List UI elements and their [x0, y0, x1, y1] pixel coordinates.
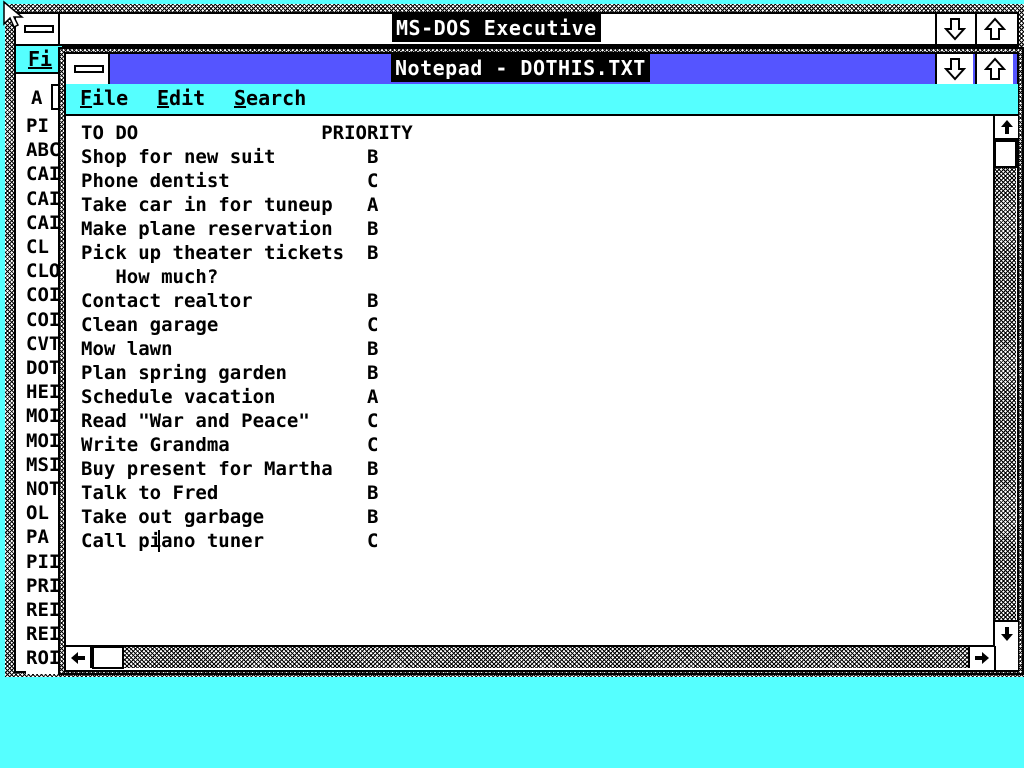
text-line: Shop for new suit B [81, 146, 379, 168]
exec-minimize-button[interactable] [935, 14, 973, 44]
text-line: Mow lawn B [81, 338, 379, 360]
notepad-titlebar[interactable]: Notepad - DOTHIS.TXT [64, 52, 1019, 86]
horizontal-scroll-track[interactable] [124, 647, 970, 668]
text-line: Make plane reservation B [81, 218, 379, 240]
text-line: Clean garage C [81, 314, 379, 336]
notepad-maximize-button[interactable] [975, 54, 1013, 84]
file-list-item[interactable]: MSI [26, 453, 62, 477]
system-menu-icon [74, 65, 104, 73]
text-line: Phone dentist C [81, 170, 379, 192]
text-caret [158, 530, 160, 552]
text-line: Buy present for Martha B [81, 458, 379, 480]
exec-window-title: MS-DOS Executive [392, 14, 601, 42]
scroll-up-arrow-icon [1000, 120, 1013, 134]
file-list-item[interactable]: NOT [26, 477, 62, 501]
horizontal-scroll-thumb[interactable] [92, 646, 124, 669]
text-line: Pick up theater tickets B [81, 242, 379, 264]
notepad-system-menu-button[interactable] [66, 54, 110, 84]
text-line: How much? [81, 266, 219, 288]
text-line: Read "War and Peace" C [81, 410, 379, 432]
exec-maximize-button[interactable] [975, 14, 1013, 44]
file-list-item[interactable]: CAI [26, 211, 62, 235]
file-list-item[interactable]: COI [26, 283, 62, 307]
file-list-item[interactable]: PRI [26, 574, 62, 598]
system-menu-icon [24, 25, 54, 33]
menu-edit[interactable]: Edit [157, 84, 205, 112]
menu-edit-mnemonic: E [157, 86, 170, 110]
text-line: Take out garbage B [81, 506, 379, 528]
menu-file-mnemonic: F [80, 86, 93, 110]
vertical-scroll-track[interactable] [995, 168, 1016, 620]
file-list-item[interactable]: PA [26, 525, 62, 549]
file-list-item[interactable]: CAI [26, 162, 62, 186]
menu-edit-label: dit [169, 86, 206, 110]
scroll-left-arrow-icon [71, 651, 85, 664]
scroll-down-button[interactable] [995, 620, 1018, 646]
scroll-up-button[interactable] [995, 116, 1018, 140]
vertical-scroll-thumb[interactable] [994, 140, 1017, 168]
minimize-arrow-icon [944, 18, 966, 41]
notepad-minimize-button[interactable] [935, 54, 973, 84]
notepad-window-title: Notepad - DOTHIS.TXT [391, 54, 650, 82]
text-line: TO DO PRIORITY [81, 122, 413, 144]
menu-search-label: earch [246, 86, 307, 110]
scroll-right-arrow-icon [975, 651, 989, 664]
file-list-item[interactable]: CAI [26, 187, 62, 211]
exec-drive-letter[interactable]: A [31, 87, 42, 109]
window-size-box[interactable] [994, 646, 1018, 670]
file-list-item[interactable]: MOI [26, 404, 62, 428]
file-list-item[interactable]: OL [26, 501, 62, 525]
menu-search[interactable]: Search [234, 84, 306, 112]
file-list-item[interactable]: REI [26, 622, 62, 646]
exec-menu-file[interactable]: Fi [28, 46, 52, 72]
file-list-item[interactable]: CL [26, 235, 62, 259]
text-line: Write Grandma C [81, 434, 379, 456]
notepad-menu-bar: File Edit Search [66, 84, 1018, 116]
file-list-item[interactable]: HEI [26, 380, 62, 404]
scroll-down-arrow-icon [1000, 627, 1013, 641]
text-line: Call piano tuner C [81, 530, 379, 552]
minimize-arrow-icon [944, 58, 966, 81]
text-line: Schedule vacation A [81, 386, 379, 408]
menu-search-mnemonic: S [234, 86, 247, 110]
file-list-item[interactable]: CLO [26, 259, 62, 283]
scroll-right-button[interactable] [968, 647, 994, 668]
text-line: Contact realtor B [81, 290, 379, 312]
file-list-item[interactable]: DOT [26, 356, 62, 380]
notepad-text-content[interactable]: TO DO PRIORITY Shop for new suit B Phone… [81, 121, 413, 553]
menu-file-label: ile [92, 86, 129, 110]
maximize-arrow-icon [984, 17, 1006, 40]
menu-file[interactable]: File [80, 84, 128, 112]
text-line: Talk to Fred B [81, 482, 379, 504]
scroll-left-button[interactable] [66, 647, 92, 668]
file-list-item[interactable]: REI [26, 598, 62, 622]
file-list-item[interactable]: COI [26, 308, 62, 332]
exec-file-list: PI ABC CAI CAI CAI CL CLO COI COI CVT DO… [26, 114, 62, 674]
mouse-pointer-icon [3, 0, 24, 29]
text-line: Take car in for tuneup A [81, 194, 379, 216]
file-list-item[interactable]: CVT [26, 332, 62, 356]
file-list-item[interactable]: ABC [26, 138, 62, 162]
file-list-item[interactable]: ROI [26, 646, 62, 670]
exec-titlebar[interactable]: MS-DOS Executive [14, 12, 1019, 46]
file-list-item[interactable]: MOI [26, 429, 62, 453]
maximize-arrow-icon [984, 57, 1006, 80]
file-list-item[interactable]: PI [26, 114, 62, 138]
file-list-item[interactable]: PII [26, 550, 62, 574]
text-line: Plan spring garden B [81, 362, 379, 384]
